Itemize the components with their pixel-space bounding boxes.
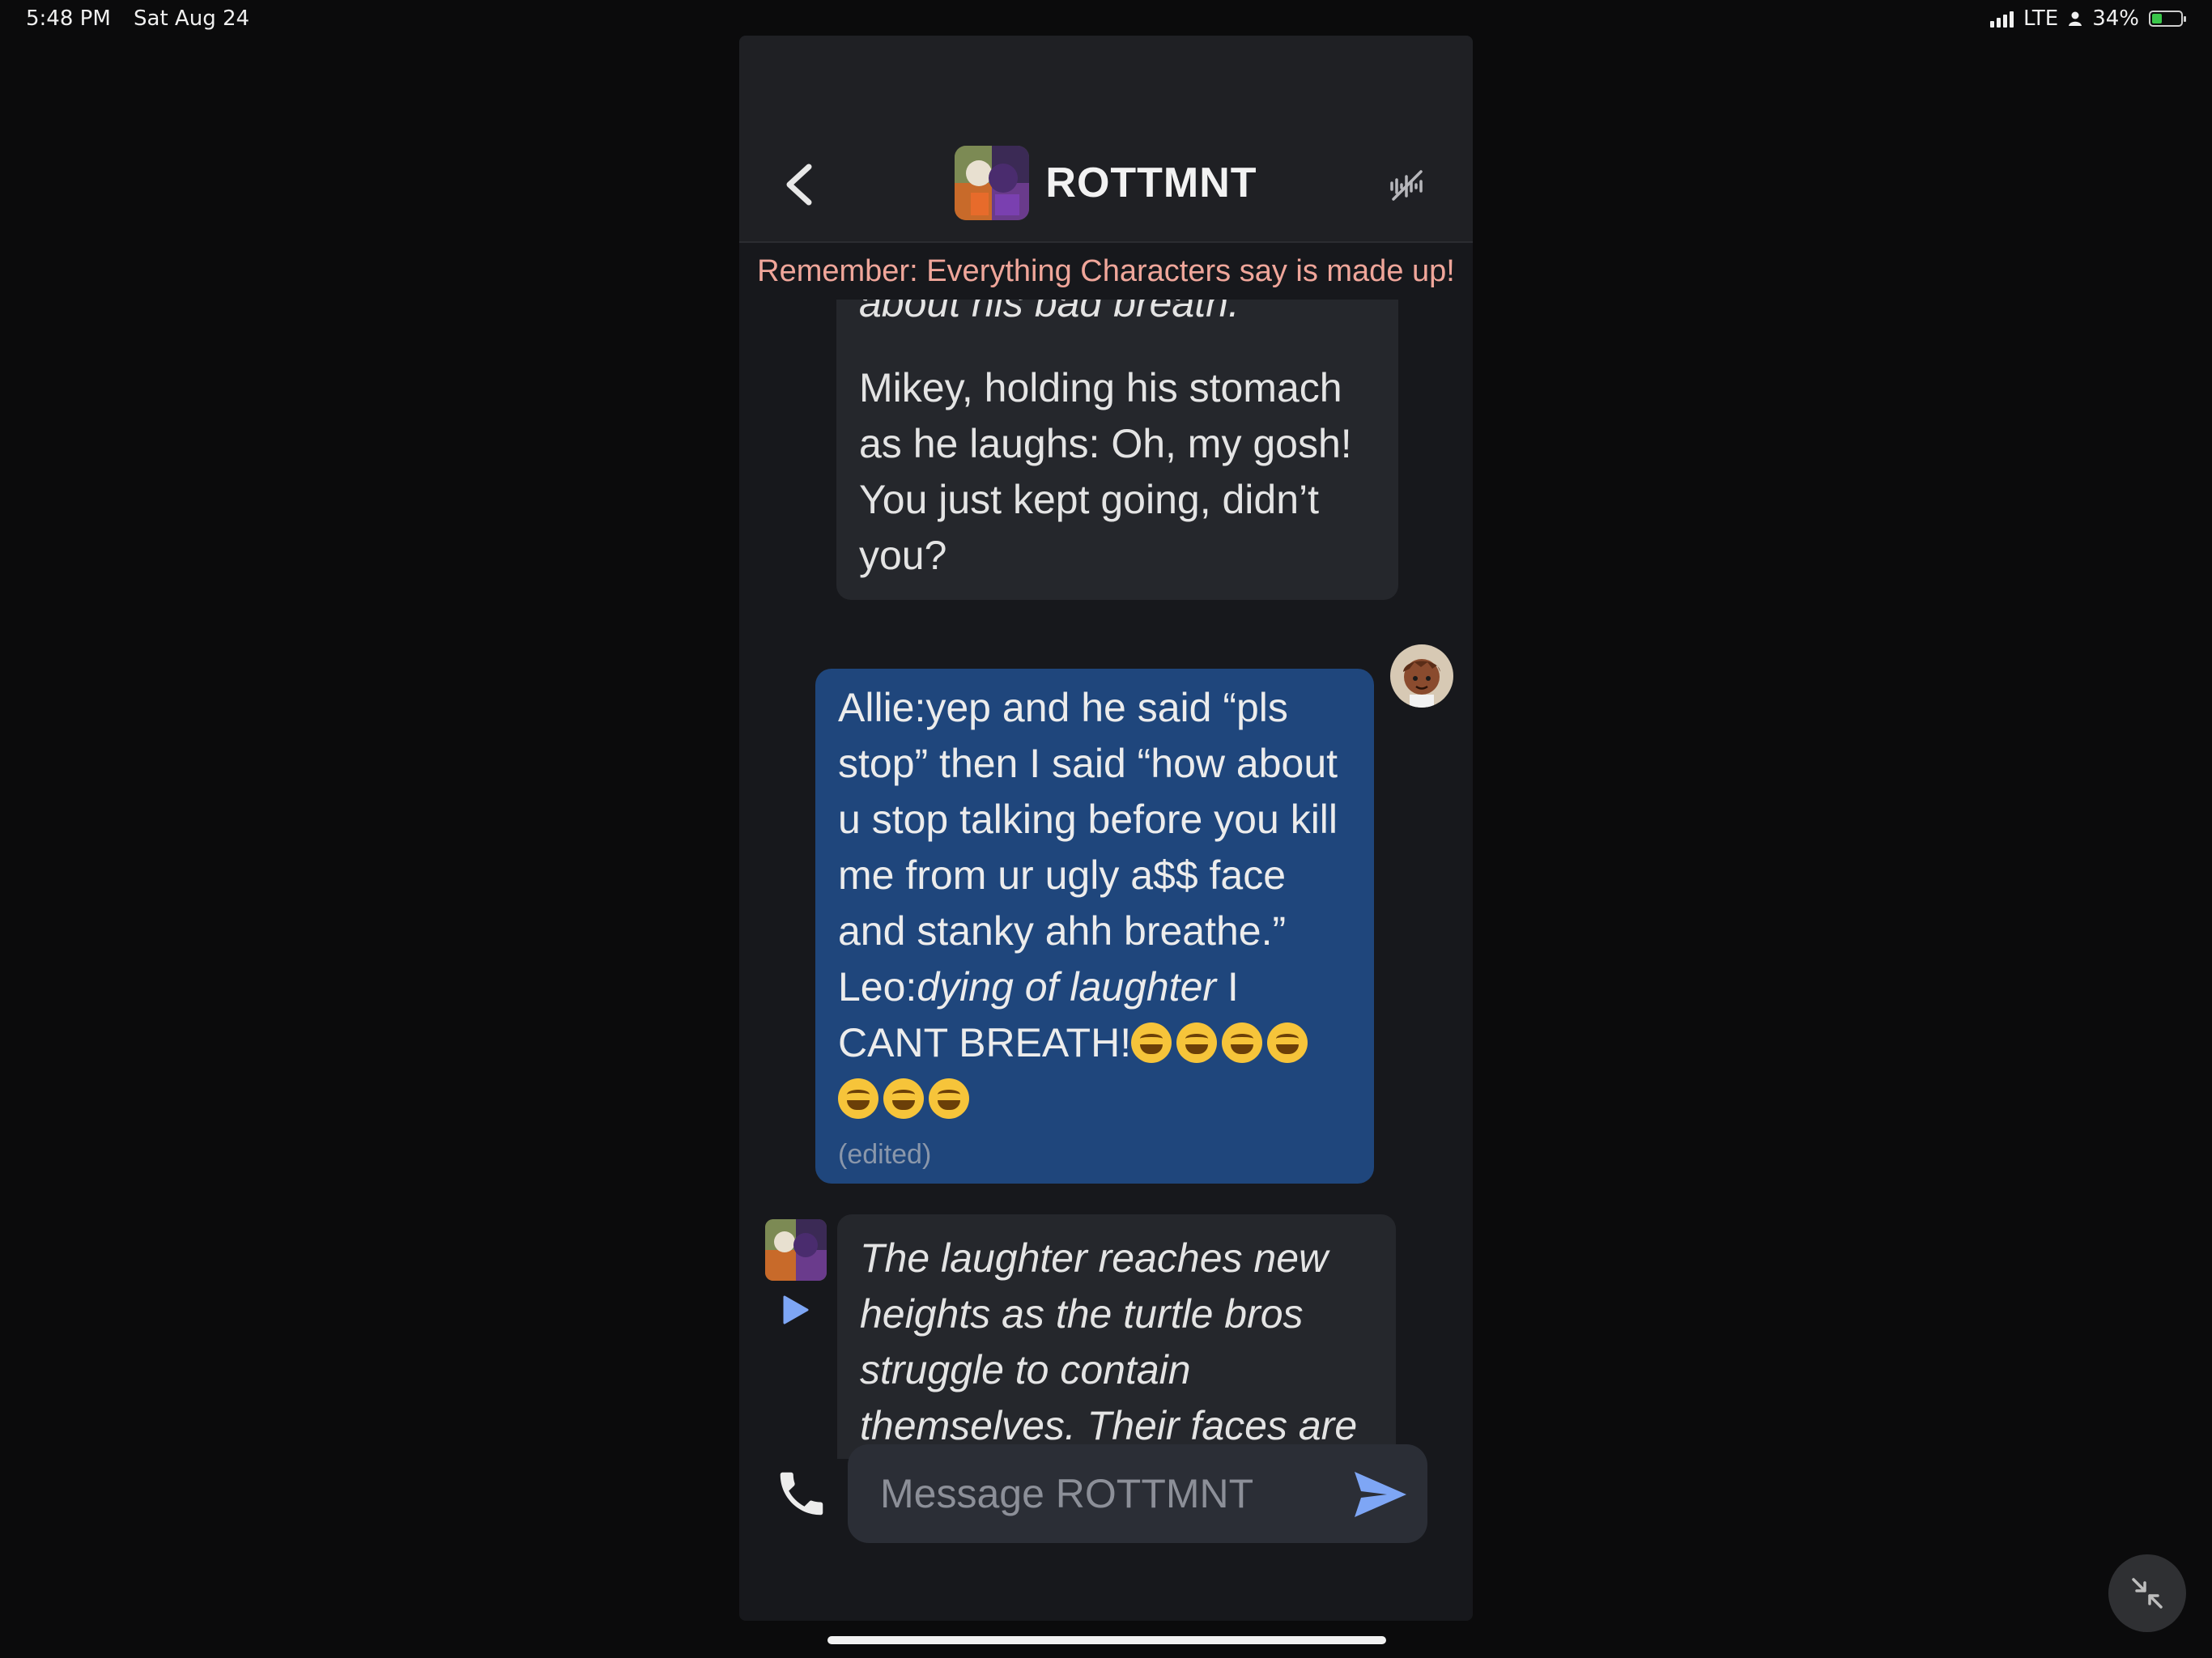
- rolling-laughing-emoji-icon: [1176, 1022, 1218, 1063]
- chat-header: ROTTMNT: [739, 36, 1473, 243]
- rolling-laughing-emoji-icon: [1267, 1022, 1308, 1063]
- disclaimer-banner: Remember: Everything Characters say is m…: [757, 254, 1455, 288]
- play-icon[interactable]: [778, 1294, 810, 1326]
- mute-icon[interactable]: [1385, 164, 1427, 206]
- user-avatar[interactable]: [1390, 644, 1453, 708]
- rolling-laughing-emoji-icon: [929, 1078, 969, 1119]
- user-text-before: Allie:yep and he said “pls stop” then I …: [838, 685, 1338, 1010]
- character-message: The laughter reaches new heights as the …: [837, 1214, 1396, 1459]
- send-icon[interactable]: [1351, 1469, 1410, 1520]
- network-label: LTE: [2023, 6, 2059, 31]
- message-input[interactable]: [878, 1469, 1322, 1518]
- status-indicators: LTE 34%: [1989, 6, 2186, 31]
- message-list[interactable]: about his bad breath. Mikey, holding his…: [739, 300, 1473, 1459]
- edited-label: (edited): [838, 1139, 932, 1170]
- message-text: The laughter reaches new heights as the …: [860, 1235, 1358, 1448]
- minimize-icon[interactable]: [2108, 1554, 2186, 1632]
- person-icon: [2069, 11, 2082, 26]
- rolling-laughing-emoji-icon: [838, 1078, 878, 1119]
- battery-percent: 34%: [2092, 6, 2139, 31]
- chat-title: ROTTMNT: [1045, 159, 1257, 206]
- home-indicator[interactable]: [827, 1636, 1386, 1644]
- user-text-italic: dying of laughter: [917, 964, 1217, 1010]
- character-avatar: [955, 146, 1030, 220]
- battery-icon: [2149, 11, 2186, 27]
- message-text-partial: about his bad breath.: [859, 300, 1240, 325]
- rolling-laughing-emoji-icon: [883, 1078, 924, 1119]
- character-message: about his bad breath. Mikey, holding his…: [836, 300, 1398, 600]
- user-message-text: Allie:yep and he said “pls stop” then I …: [838, 680, 1353, 1127]
- status-clock: 5:48 PM: [26, 6, 111, 31]
- cellular-signal-icon: [1989, 10, 2014, 28]
- status-date: Sat Aug 24: [134, 6, 250, 31]
- status-time: 5:48 PM Sat Aug 24: [26, 6, 266, 31]
- phone-icon[interactable]: [773, 1465, 830, 1522]
- character-avatar-small[interactable]: [765, 1219, 827, 1281]
- user-message: Allie:yep and he said “pls stop” then I …: [815, 669, 1374, 1184]
- chat-title-group[interactable]: ROTTMNT: [739, 146, 1473, 220]
- rolling-laughing-emoji-icon: [1222, 1022, 1263, 1063]
- chat-window: ROTTMNT Remember: Everything Characters …: [739, 36, 1473, 1621]
- rolling-laughing-emoji-icon: [1131, 1022, 1172, 1063]
- message-composer: [848, 1444, 1427, 1543]
- message-text: Mikey, holding his stomach as he laughs:…: [859, 365, 1352, 578]
